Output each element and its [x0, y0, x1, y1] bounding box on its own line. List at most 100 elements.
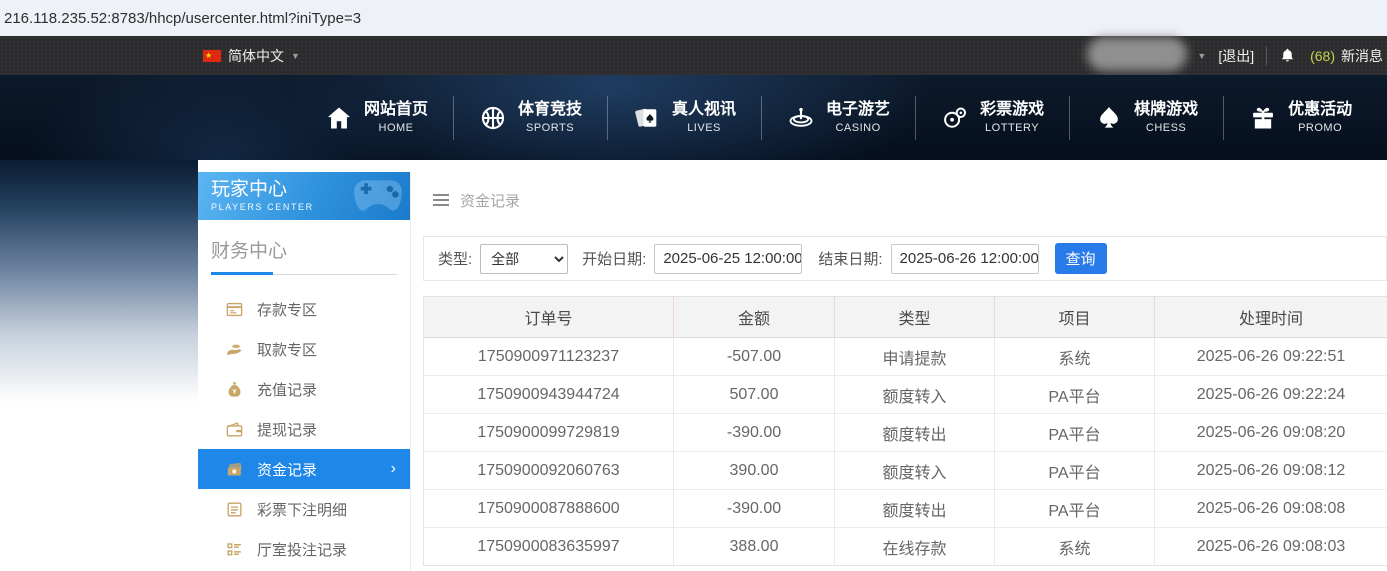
nav-item-promo[interactable]: 优惠活动 PROMO: [1224, 100, 1377, 135]
table-cell: 1750900943944724: [424, 376, 674, 414]
page-background-fade: [0, 160, 198, 450]
user-name-redacted[interactable]: [1087, 37, 1187, 71]
start-date-label: 开始日期:: [582, 248, 646, 269]
sidebar-item-提现记录[interactable]: 提现记录 ›: [198, 409, 410, 449]
table-row: 1750900083635997388.00在线存款系统2025-06-26 0…: [424, 528, 1387, 566]
sidebar-item-充值记录[interactable]: 充值记录 ›: [198, 369, 410, 409]
sidebar-section: 财务中心: [198, 220, 410, 275]
moneybag-icon: [225, 380, 244, 399]
breadcrumb: 资金记录: [423, 178, 1387, 222]
table-cell: -390.00: [674, 490, 835, 528]
table-row: 1750900087888600-390.00额度转出PA平台2025-06-2…: [424, 490, 1387, 528]
main-nav: 网站首页 HOME 体育竞技 SPORTS 真人视讯 LIVES 电子游艺 CA…: [0, 75, 1387, 160]
start-date-input[interactable]: [654, 244, 802, 274]
nav-label-en: PROMO: [1298, 121, 1342, 135]
table-cell: 2025-06-26 09:08:20: [1155, 414, 1387, 452]
nav-label-en: SPORTS: [526, 121, 574, 135]
nav-label-en: LOTTERY: [985, 121, 1039, 135]
table-cell: 2025-06-26 09:08:12: [1155, 452, 1387, 490]
sidebar-item-取款专区[interactable]: 取款专区 ›: [198, 329, 410, 369]
table-row: 1750900092060763390.00额度转入PA平台2025-06-26…: [424, 452, 1387, 490]
menu-item-label: 存款专区: [257, 299, 317, 320]
table-cell: -390.00: [674, 414, 835, 452]
type-label: 类型:: [438, 248, 472, 269]
table-cell: PA平台: [995, 376, 1155, 414]
nav-label-en: CHESS: [1146, 121, 1186, 135]
table-cell: 2025-06-26 09:08:03: [1155, 528, 1387, 566]
list-icon: [225, 540, 244, 559]
nav-label-zh: 优惠活动: [1288, 100, 1352, 121]
nav-label-en: HOME: [379, 121, 414, 135]
table-cell: 额度转入: [835, 452, 995, 490]
chevron-right-icon: ›: [391, 461, 396, 477]
logout-link[interactable]: [退出]: [1218, 46, 1254, 66]
table-cell: 在线存款: [835, 528, 995, 566]
user-chevron-down-icon[interactable]: ▼: [1197, 51, 1206, 61]
basketball-icon: [479, 104, 507, 132]
type-select[interactable]: 全部: [480, 244, 568, 274]
hamburger-icon[interactable]: [433, 194, 449, 206]
sidebar-item-存款专区[interactable]: 存款专区 ›: [198, 289, 410, 329]
breadcrumb-label: 资金记录: [460, 190, 520, 211]
column-header: 类型: [835, 297, 995, 338]
nav-label-en: CASINO: [835, 121, 880, 135]
gift-icon: [1249, 104, 1277, 132]
language-selector[interactable]: ★ 简体中文 ▼: [203, 36, 300, 75]
end-date-input[interactable]: [891, 244, 1039, 274]
sidebar-item-资金记录[interactable]: 资金记录 ›: [198, 449, 410, 489]
funds-table: 订单号金额类型项目处理时间 1750900971123237-507.00申请提…: [423, 296, 1387, 566]
nav-item-chess[interactable]: 棋牌游戏 CHESS: [1070, 100, 1223, 135]
nav-label-zh: 网站首页: [364, 100, 428, 121]
section-divider: [211, 272, 397, 275]
table-row: 1750900971123237-507.00申请提款系统2025-06-26 …: [424, 338, 1387, 376]
nav-item-casino[interactable]: 电子游艺 CASINO: [762, 100, 915, 135]
divider: [1266, 47, 1267, 65]
message-count: (68): [1310, 48, 1335, 64]
end-date-label: 结束日期:: [818, 248, 882, 269]
nav-item-sports[interactable]: 体育竞技 SPORTS: [454, 100, 607, 135]
cards-icon: [633, 104, 661, 132]
table-cell: 2025-06-26 09:08:08: [1155, 490, 1387, 528]
section-title: 财务中心: [211, 236, 397, 263]
roulette-icon: [787, 104, 815, 132]
browser-url-bar[interactable]: 216.118.235.52:8783/hhcp/usercenter.html…: [0, 0, 1387, 36]
lottery-balls-icon: [941, 104, 969, 132]
menu-item-label: 取款专区: [257, 339, 317, 360]
sidebar-header: 玩家中心 PLAYERS CENTER: [198, 172, 410, 220]
nav-item-lives[interactable]: 真人视讯 LIVES: [608, 100, 761, 135]
nav-label-zh: 真人视讯: [672, 100, 736, 121]
nav-label-zh: 彩票游戏: [980, 100, 1044, 121]
nav-item-home[interactable]: 网站首页 HOME: [300, 100, 453, 135]
home-icon: [325, 104, 353, 132]
menu-item-label: 提现记录: [257, 419, 317, 440]
table-cell: 1750900083635997: [424, 528, 674, 566]
filter-bar: 类型: 全部 开始日期: 结束日期: 查询: [423, 236, 1387, 281]
top-bar-right: ▼ [退出] (68) 新消息: [1087, 36, 1383, 75]
nav-label-zh: 电子游艺: [826, 100, 890, 121]
china-flag-icon: ★: [203, 50, 221, 62]
menu-item-label: 充值记录: [257, 379, 317, 400]
column-header: 订单号: [424, 297, 674, 338]
bell-icon[interactable]: [1279, 47, 1296, 65]
table-cell: 额度转出: [835, 490, 995, 528]
nav-item-lottery[interactable]: 彩票游戏 LOTTERY: [916, 100, 1069, 135]
sidebar-item-彩票下注明细[interactable]: 彩票下注明细 ›: [198, 489, 410, 529]
column-header: 处理时间: [1155, 297, 1387, 338]
nav-label-zh: 棋牌游戏: [1134, 100, 1198, 121]
table-cell: 390.00: [674, 452, 835, 490]
table-row: 1750900943944724507.00额度转入PA平台2025-06-26…: [424, 376, 1387, 414]
table-cell: 额度转出: [835, 414, 995, 452]
funds-table-head: 订单号金额类型项目处理时间: [424, 297, 1387, 338]
menu-item-label: 彩票下注明细: [257, 499, 347, 520]
table-cell: PA平台: [995, 452, 1155, 490]
table-cell: PA平台: [995, 414, 1155, 452]
new-messages-link[interactable]: 新消息: [1341, 46, 1383, 66]
banknotes-icon: [225, 460, 244, 479]
sidebar-item-厅室投注记录[interactable]: 厅室投注记录 ›: [198, 529, 410, 569]
withdraw-hand-icon: [225, 340, 244, 359]
table-cell: 申请提款: [835, 338, 995, 376]
search-button[interactable]: 查询: [1055, 243, 1107, 274]
document-icon: [225, 500, 244, 519]
funds-table-body: 1750900971123237-507.00申请提款系统2025-06-26 …: [424, 338, 1387, 566]
table-row: 1750900099729819-390.00额度转出PA平台2025-06-2…: [424, 414, 1387, 452]
